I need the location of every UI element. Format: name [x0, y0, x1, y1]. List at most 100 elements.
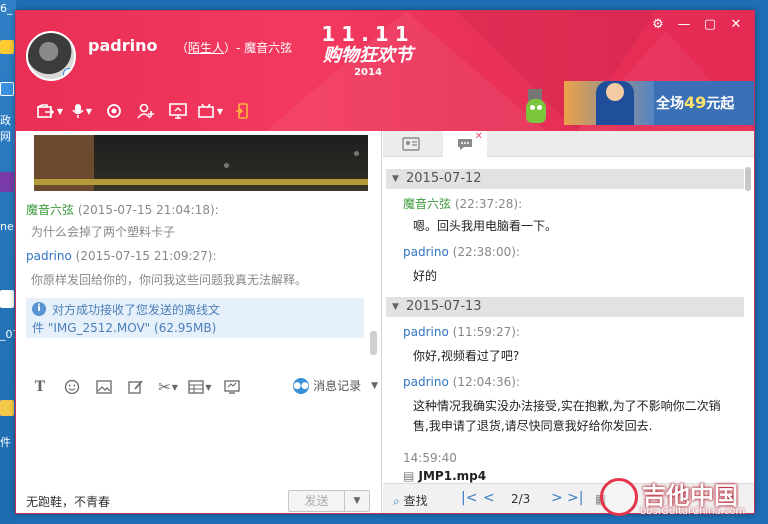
page-indicator: 2/3 [511, 492, 531, 506]
date-label: 2015-07-12 [406, 171, 482, 186]
history-tabs: ✕ [383, 131, 754, 157]
date-label: 2015-07-13 [406, 299, 482, 314]
watermark-url: bbs.GuitarChina.com [640, 506, 746, 517]
collapse-icon: ▼ [392, 302, 399, 312]
add-contact-icon[interactable] [130, 99, 162, 123]
send-button-group: 发送 ▼ [288, 490, 370, 512]
chat-scrollbar[interactable] [370, 331, 377, 355]
image-icon[interactable] [88, 375, 120, 399]
desktop-icon[interactable] [0, 82, 14, 96]
emoji-icon[interactable] [56, 375, 88, 399]
tab-history[interactable]: ✕ [443, 131, 487, 157]
input-footer: 无跑鞋，不青春 发送 ▼ [16, 483, 382, 513]
desktop-icon[interactable] [0, 400, 14, 416]
search-button[interactable]: ⌕ 查找 [393, 492, 428, 509]
video-call-icon[interactable] [98, 99, 130, 123]
contact-relation: （陌生人）- 魔音六弦 [176, 39, 292, 56]
file-transfer-icon[interactable]: ▼ [34, 99, 66, 123]
relation-suffix: ）- 魔音六弦 [224, 41, 293, 55]
shake-icon[interactable] [216, 375, 248, 399]
stranger-link[interactable]: 陌生人 [188, 41, 224, 55]
edit-icon[interactable] [120, 375, 152, 399]
search-label: 查找 [403, 494, 428, 508]
history-message-header: padrino (11:59:27): [403, 325, 520, 339]
history-message-text: 嗯。回头我用电脑看一下。 [413, 219, 558, 233]
message-history-button[interactable]: ●● 消息记录 ▼ [293, 377, 378, 394]
message-time: (22:38:00): [452, 245, 520, 259]
send-options-chevron-icon[interactable]: ▼ [345, 491, 369, 511]
notice-line[interactable]: 件 "IMG_2512.MOV" (62.95MB) [32, 319, 358, 337]
send-button[interactable]: 发送 [289, 491, 345, 511]
banner-big: 11.11 [321, 22, 415, 46]
screenshot-icon[interactable]: ✂ ▼ [152, 375, 184, 399]
tab-profile[interactable] [389, 131, 433, 157]
mascot-icon[interactable] [522, 83, 548, 127]
desktop-icon[interactable] [0, 290, 14, 308]
last-page-icon[interactable]: >| [567, 490, 583, 506]
remote-assist-icon[interactable]: ▼ [194, 99, 226, 123]
message-time: (22:37:28): [454, 197, 523, 211]
received-image[interactable] [34, 135, 368, 191]
contact-name[interactable]: padrino [88, 36, 157, 55]
desktop-icon[interactable] [0, 172, 14, 192]
chat-panel: 魔音六弦 (2015-07-15 21:04:18): 为什么会掉了两个塑料卡子… [16, 131, 382, 513]
sender-name[interactable]: 魔音六弦 [403, 197, 451, 211]
phone-transfer-icon[interactable] [226, 99, 258, 123]
message-time: (12:04:36): [452, 375, 520, 389]
prev-page-icon[interactable]: < [483, 490, 495, 506]
search-icon: ⌕ [393, 494, 400, 508]
more-icon[interactable]: ▼ [184, 375, 216, 399]
desktop-label: 网 [0, 130, 11, 143]
sender-name[interactable]: padrino [403, 375, 449, 389]
chat-window: padrino （陌生人）- 魔音六弦 11.11 购物狂欢节 2014 ⚙ —… [15, 10, 755, 514]
maximize-button[interactable]: ▢ [700, 17, 720, 32]
history-message-text: 好的 [413, 269, 438, 283]
banner-year: 2014 [354, 67, 382, 78]
online-status-icon [63, 68, 74, 79]
message-time: (11:59:27): [452, 325, 520, 339]
message-input[interactable] [16, 403, 382, 483]
desktop-icon[interactable] [0, 40, 14, 54]
desktop-label: _07 [0, 328, 16, 341]
date-divider[interactable]: ▼ 2015-07-12 [386, 169, 744, 189]
message-header: 魔音六弦 (2015-07-15 21:04:18): [26, 201, 219, 218]
relation-prefix: （ [176, 41, 189, 55]
message-text: 为什么会掉了两个塑料卡子 [31, 225, 176, 239]
collapse-icon: ▼ [392, 174, 399, 184]
message-header: padrino (2015-07-15 21:09:27): [26, 249, 217, 263]
next-page-icon[interactable]: > [551, 490, 563, 506]
first-page-icon[interactable]: |< [461, 490, 477, 506]
minimize-button[interactable]: — [674, 17, 694, 32]
desktop-label: 6_ [0, 2, 13, 15]
close-tab-icon[interactable]: ✕ [475, 131, 483, 142]
chevron-down-icon[interactable]: ▼ [371, 381, 378, 391]
message-time: 14:59:40 [403, 451, 457, 465]
double-eleven-banner[interactable]: 11.11 购物狂欢节 2014 [308, 23, 428, 87]
message-text: 你原样发回给你的，你问我这些问题我真无法解释。 [31, 273, 308, 287]
sender-name[interactable]: padrino [26, 249, 72, 263]
screen-share-icon[interactable] [162, 99, 194, 123]
history-icon: ●● [293, 377, 310, 394]
avatar[interactable] [26, 31, 76, 81]
message-list: 魔音六弦 (2015-07-15 21:04:18): 为什么会掉了两个塑料卡子… [16, 195, 376, 365]
sender-name[interactable]: 魔音六弦 [26, 203, 74, 217]
desktop-label: 件 [0, 436, 11, 449]
promo-ad-banner[interactable]: 全场49元起 [564, 81, 754, 125]
banner-mid: 购物狂欢节 [323, 45, 413, 66]
history-panel: ✕ ▼ 2015-07-12 魔音六弦 (22:37:28): 嗯。回头我用电脑看… [383, 131, 754, 513]
signature-text: 无跑鞋，不青春 [26, 495, 111, 509]
sender-name[interactable]: padrino [403, 325, 449, 339]
file-attachment[interactable]: ▤ JMP1.mp4 [403, 469, 486, 483]
sender-name[interactable]: padrino [403, 245, 449, 259]
settings-icon[interactable]: ⚙ [648, 17, 668, 32]
guitar-logo-icon [600, 478, 638, 516]
date-divider[interactable]: ▼ 2015-07-13 [386, 297, 744, 317]
message-time: (2015-07-15 21:04:18): [77, 203, 219, 217]
history-scrollbar[interactable] [745, 167, 751, 191]
desktop-strip: 6_ 政 网 ne _07 件 [0, 0, 16, 524]
close-button[interactable]: ✕ [726, 17, 746, 32]
font-icon[interactable]: T [24, 375, 56, 399]
ad-number: 49 [684, 93, 707, 112]
voice-call-icon[interactable]: ▼ [66, 99, 98, 123]
history-message-header: padrino (12:04:36): [403, 375, 520, 389]
